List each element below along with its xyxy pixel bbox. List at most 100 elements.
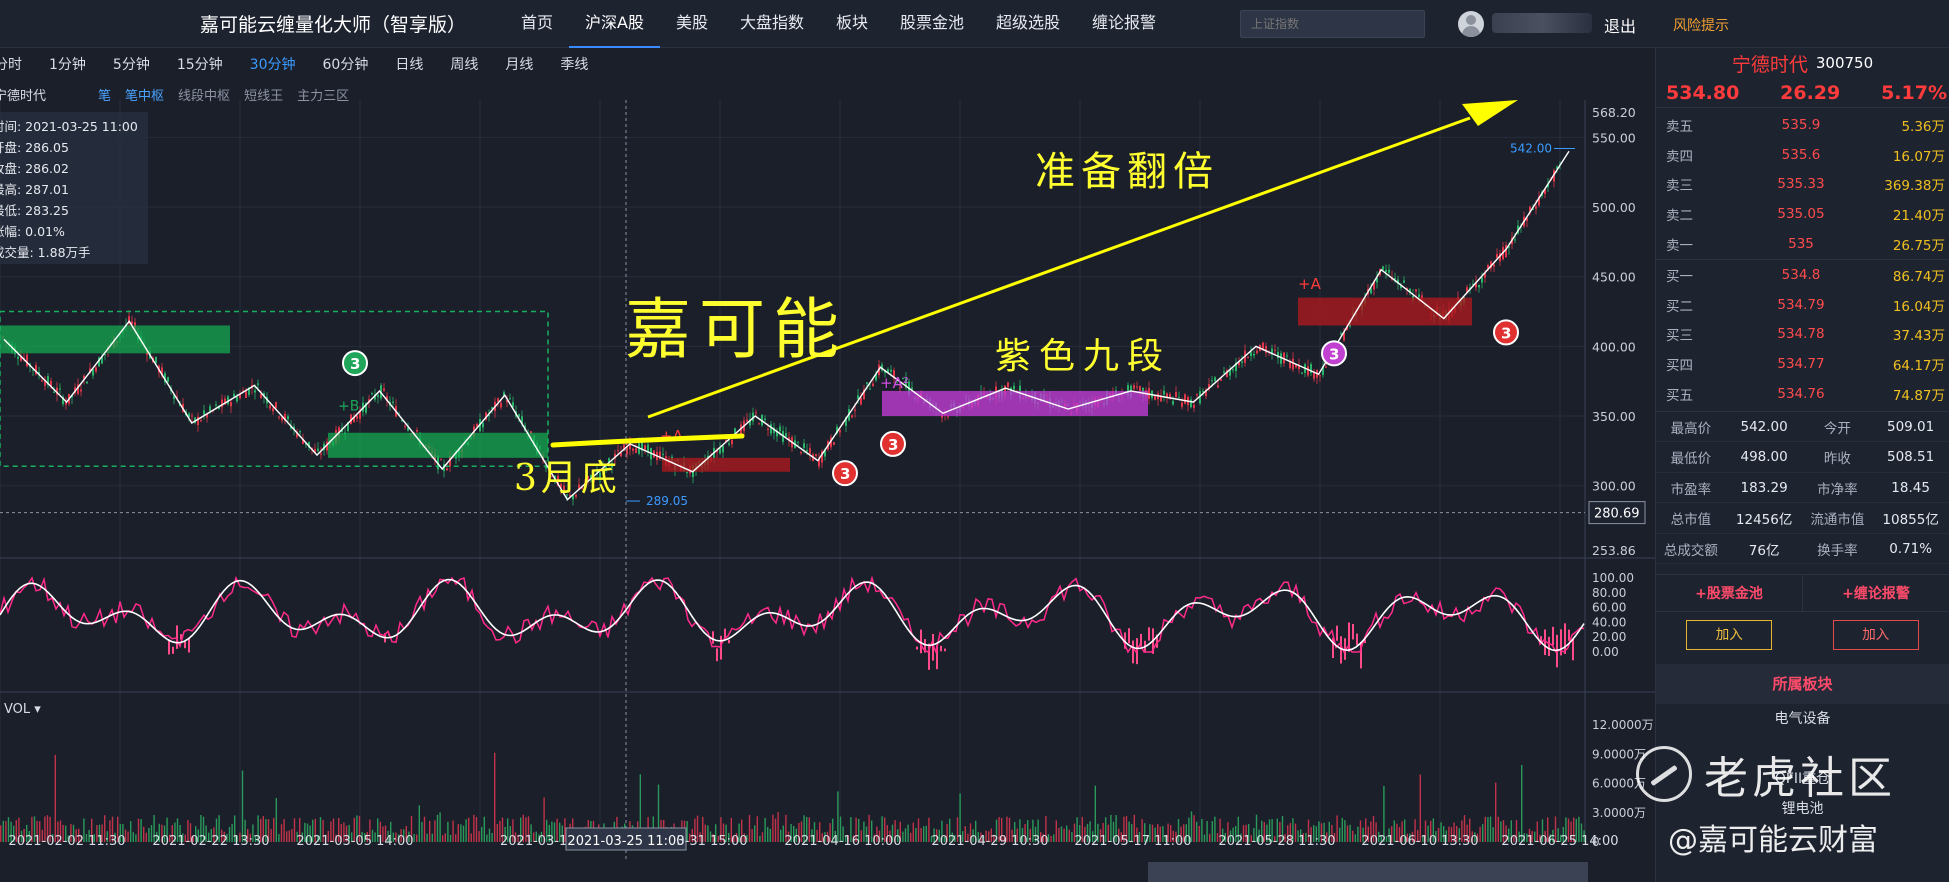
nav-item-0[interactable]: 首页	[505, 0, 569, 48]
sector-item[interactable]: 锂电池	[1656, 794, 1949, 824]
volume-bar	[907, 824, 909, 842]
sell-signal-badge-red-text: 3	[1501, 324, 1511, 342]
nav-item-4[interactable]: 板块	[820, 0, 884, 48]
period-tab-8[interactable]: 月线	[505, 54, 533, 74]
oscillator-bar	[168, 640, 170, 655]
period-tab-3[interactable]: 15分钟	[177, 54, 223, 74]
candle-body	[416, 430, 418, 432]
candle-body	[1292, 358, 1294, 370]
volume-bar	[1058, 827, 1060, 842]
candle-body	[500, 402, 502, 408]
volume-bar	[130, 821, 132, 842]
volume-bar	[1063, 828, 1065, 842]
volume-bar	[1196, 821, 1198, 842]
volume-bar	[416, 834, 418, 842]
nav-item-3[interactable]: 大盘指数	[724, 0, 820, 48]
period-tab-6[interactable]: 日线	[395, 54, 423, 74]
candle-body	[92, 369, 94, 376]
candle-body	[851, 415, 853, 418]
candle-body	[209, 406, 211, 412]
candle-body	[617, 450, 619, 452]
volume-bar	[434, 820, 436, 842]
search-input[interactable]	[1240, 10, 1425, 38]
candle-body	[53, 391, 55, 393]
candle-body	[890, 369, 892, 372]
orderbook-row: 买一 534.8 86.74万	[1656, 260, 1949, 290]
price-tick-label: 568.20	[1592, 105, 1636, 120]
x-tick-label: 2021-05-17 11:00	[1074, 834, 1191, 849]
period-tab-5[interactable]: 60分钟	[323, 54, 369, 74]
quote-header: 宁德时代 300750	[1656, 48, 1949, 78]
nav-item-6[interactable]: 超级选股	[980, 0, 1076, 48]
ob-price: 534.76	[1777, 386, 1825, 403]
add-to-alert-button[interactable]: 加入	[1832, 620, 1919, 651]
stats-row: 市盈率 183.29 市净率 18.45	[1656, 473, 1949, 504]
candle-body	[1175, 391, 1177, 398]
period-tab-2[interactable]: 5分钟	[113, 54, 150, 74]
ob-price: 534.77	[1777, 356, 1825, 373]
oscillator-bar	[1568, 629, 1570, 641]
ob-volume: 64.17万	[1892, 358, 1945, 375]
volume-bar	[457, 824, 459, 842]
nav-item-1[interactable]: 沪深A股	[569, 0, 660, 48]
ob-label: 卖五	[1666, 118, 1693, 135]
sector-item[interactable]: 电气设备	[1656, 704, 1949, 734]
main-nav: 首页 沪深A股 美股 大盘指数 板块 股票金池 超级选股 缠论报警	[505, 0, 1172, 48]
period-tab-1[interactable]: 1分钟	[49, 54, 86, 74]
volume-bar	[1482, 824, 1484, 842]
volume-bar	[1357, 826, 1359, 842]
add-to-pool-button[interactable]: 加入	[1686, 620, 1773, 651]
volume-bar	[912, 822, 914, 842]
candle-body	[371, 393, 373, 395]
oscillator-tick-label: 80.00	[1592, 586, 1626, 600]
volume-bar	[777, 812, 779, 842]
x-tick-label: 2021-03-25 11:00	[567, 834, 684, 849]
candle-body	[215, 404, 217, 406]
info-row: 成交量: 1.88万手	[0, 245, 91, 260]
nav-item-7[interactable]: 缠论报警	[1076, 0, 1172, 48]
volume-bar	[1336, 815, 1338, 842]
candle-body	[1172, 400, 1174, 405]
sector-item[interactable]	[1656, 734, 1949, 764]
volume-bar	[772, 814, 774, 842]
volume-bar	[481, 826, 483, 842]
stat-label: 今开	[1823, 420, 1851, 437]
kline-chart[interactable]: 568.20 550.00 500.00 450.00 400.00 350.00 300.…	[0, 100, 1655, 882]
oscillator-tick-label: 40.00	[1592, 615, 1626, 629]
chan-alert-button[interactable]: +缠论报警	[1802, 575, 1949, 612]
period-tab-7[interactable]: 周线	[450, 54, 478, 74]
ob-volume: 5.36万	[1901, 118, 1945, 135]
logout-link[interactable]: 退出	[1604, 13, 1636, 37]
stat-label: 换手率	[1817, 542, 1858, 559]
volume-bar	[447, 821, 449, 842]
candle-body	[1217, 385, 1219, 388]
stock-pool-button[interactable]: +股票金池	[1656, 575, 1802, 611]
period-tabs: 分时 1分钟 5分钟 15分钟 30分钟 60分钟 日线 周线 月线 季线	[0, 50, 615, 78]
period-tab-9[interactable]: 季线	[560, 54, 588, 74]
risk-notice-link[interactable]: 风险提示	[1673, 15, 1729, 35]
volume-bar	[1419, 774, 1421, 842]
avatar-icon[interactable]	[1458, 11, 1484, 37]
zhongshu-zone-red	[1298, 297, 1472, 326]
volume-bar	[291, 829, 293, 842]
candle-body	[197, 416, 199, 425]
volume-bar	[1521, 765, 1523, 842]
last-price: 534.80	[1666, 81, 1740, 104]
candle-body	[785, 433, 787, 437]
period-tab-0[interactable]: 分时	[0, 54, 22, 74]
sector-item[interactable]: QFII重仓	[1656, 764, 1949, 794]
oscillator-line-pink	[0, 575, 1585, 655]
candle-body	[686, 471, 688, 473]
candle-body	[755, 412, 757, 414]
volume-bar	[1068, 829, 1070, 842]
candle-body	[1220, 378, 1222, 381]
volume-bar	[494, 752, 496, 842]
oscillator-bar	[716, 648, 718, 662]
period-tab-4[interactable]: 30分钟	[250, 54, 296, 74]
timeline-scrollbar	[1148, 862, 1588, 882]
nav-item-5[interactable]: 股票金池	[884, 0, 980, 48]
nav-item-2[interactable]: 美股	[660, 0, 724, 48]
candle-body	[482, 423, 484, 428]
oscillator-bar	[1128, 628, 1130, 644]
x-tick-label: 2021-04-29 10:30	[931, 834, 1048, 849]
